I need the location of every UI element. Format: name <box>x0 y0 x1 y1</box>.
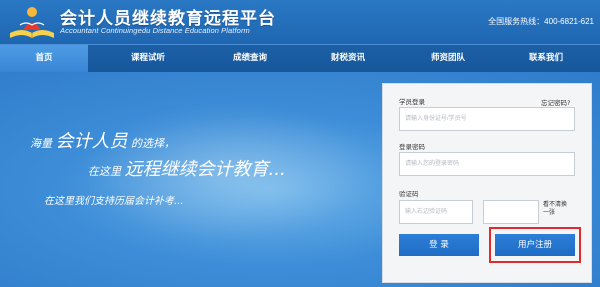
captcha-input[interactable] <box>399 200 473 224</box>
forgot-password-link[interactable]: 忘记密码? <box>541 97 570 107</box>
username-input[interactable] <box>399 107 575 131</box>
nav-item-course-trial[interactable]: 课程试听 <box>100 45 196 72</box>
slogan-emphasis: 会计人员 <box>55 131 128 152</box>
login-button[interactable]: 登 录 <box>399 234 479 256</box>
slogan-line-2: 在这里 远程继续会计教育... <box>88 155 286 181</box>
site-header: 会计人员继续教育远程平台 Accountant Continuingedu Di… <box>0 0 600 44</box>
slogan-emphasis: 远程继续会计教育... <box>124 159 286 180</box>
password-input[interactable] <box>399 152 575 176</box>
username-label: 学员登录 <box>399 98 425 106</box>
main-nav: 首页 课程试听 成绩查询 财税资讯 师资团队 联系我们 <box>0 44 600 72</box>
nav-item-tax-news[interactable]: 财税资讯 <box>300 45 396 72</box>
service-hotline: 全国服务热线：400-6821-621 <box>488 17 594 26</box>
password-label: 登录密码 <box>399 143 425 151</box>
slogan-prefix: 在这里 <box>88 165 121 178</box>
login-panel: 学员登录 忘记密码? 登录密码 验证码 看不清换一张 登 录 用户注册 <box>382 83 592 283</box>
slogan-line-1: 海量 会计人员 的选择， <box>30 127 175 153</box>
slogan-suffix: 的选择， <box>131 137 175 150</box>
captcha-label: 验证码 <box>399 190 419 198</box>
refresh-captcha-link[interactable]: 看不清换一张 <box>543 201 571 217</box>
nav-item-home[interactable]: 首页 <box>0 45 88 72</box>
logo-icon[interactable] <box>6 3 58 41</box>
nav-item-contact[interactable]: 联系我们 <box>496 45 596 72</box>
highlight-box <box>489 227 581 263</box>
captcha-image[interactable] <box>483 200 539 224</box>
site-subtitle: Accountant Continuingedu Distance Educat… <box>60 26 250 35</box>
nav-item-score-query[interactable]: 成绩查询 <box>202 45 298 72</box>
nav-item-teachers[interactable]: 师资团队 <box>400 45 496 72</box>
slogan-line-3: 在这里我们支持历届会计补考... <box>44 196 184 207</box>
slogan-prefix: 海量 <box>30 137 52 150</box>
